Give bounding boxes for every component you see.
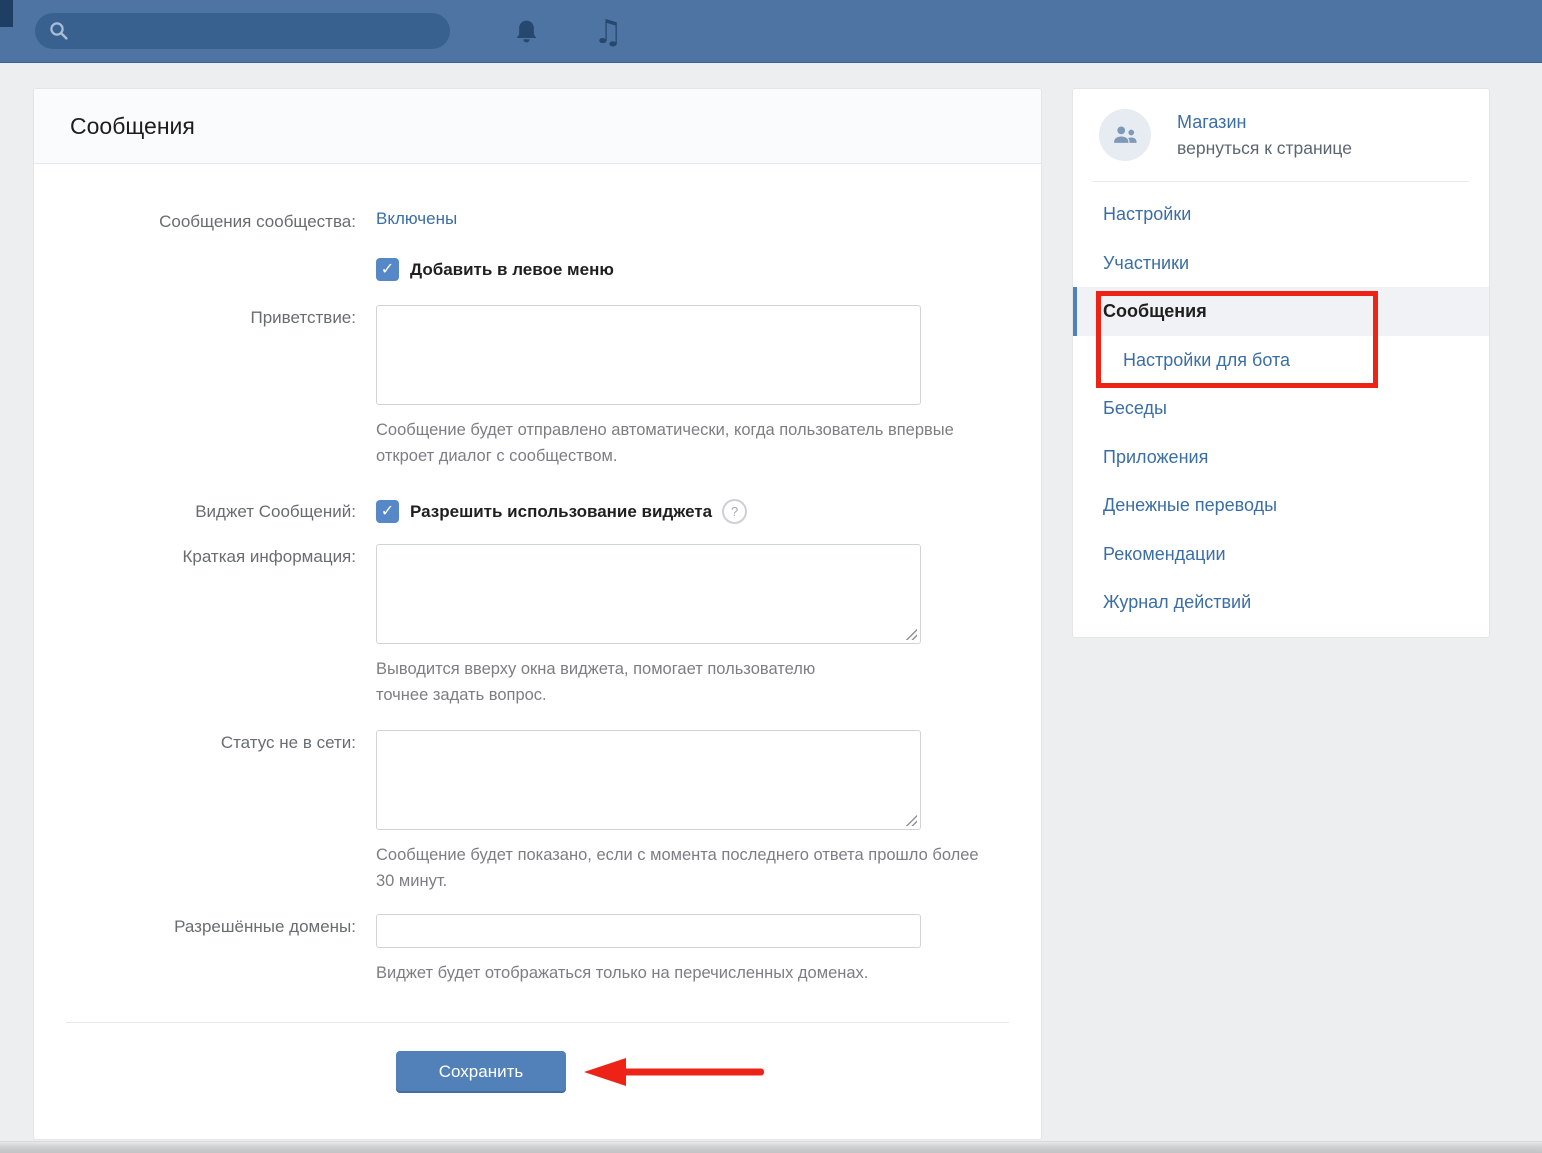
- people-icon: [1110, 120, 1140, 150]
- widget-row: Виджет Сообщений: ✓ Разрешить использова…: [34, 499, 1041, 524]
- help-question-icon[interactable]: ?: [722, 499, 747, 524]
- allowed-domains-row: Разрешённые домены: Виджет будет отображ…: [34, 914, 1041, 986]
- greeting-textarea[interactable]: [376, 305, 921, 405]
- community-messages-row: Сообщения сообщества: Включены: [34, 209, 1041, 232]
- messages-settings-form: Сообщения сообщества: Включены ✓ Добавит…: [34, 164, 1041, 1118]
- widget-label: Виджет Сообщений:: [34, 499, 376, 524]
- community-avatar[interactable]: [1099, 109, 1151, 161]
- search-field[interactable]: [35, 13, 450, 49]
- sidebar-menu: Настройки Участники Сообщения Настройки …: [1073, 182, 1489, 637]
- back-to-page-link[interactable]: вернуться к странице: [1177, 138, 1352, 159]
- sidebar-item-chats[interactable]: Беседы: [1073, 384, 1489, 433]
- offline-status-row: Статус не в сети: Сообщение будет показа…: [34, 730, 1041, 894]
- top-navigation-bar: ♫: [0, 0, 1542, 63]
- widget-checkbox[interactable]: ✓: [376, 500, 399, 523]
- page-title: Сообщения: [70, 113, 195, 140]
- sidebar-item-recommendations[interactable]: Рекомендации: [1073, 530, 1489, 579]
- community-sidebar: Магазин вернуться к странице Настройки У…: [1072, 88, 1490, 638]
- greeting-label: Приветствие:: [34, 305, 376, 469]
- sidebar-item-messages[interactable]: Сообщения: [1073, 287, 1489, 336]
- short-info-hint: Выводится вверху окна виджета, помогает …: [376, 656, 856, 708]
- sidebar-item-members[interactable]: Участники: [1073, 239, 1489, 288]
- sidebar-item-action-log[interactable]: Журнал действий: [1073, 578, 1489, 627]
- short-info-row: Краткая информация: Выводится вверху окн…: [34, 544, 1041, 708]
- search-icon: [48, 20, 70, 42]
- allowed-domains-input[interactable]: [376, 914, 921, 948]
- offline-status-hint: Сообщение будет показано, если с момента…: [376, 842, 1001, 894]
- left-menu-checkbox-label[interactable]: Добавить в левое меню: [410, 260, 614, 280]
- short-info-label: Краткая информация:: [34, 544, 376, 708]
- save-row: Сохранить: [34, 1023, 1041, 1118]
- left-menu-checkbox[interactable]: ✓: [376, 258, 399, 281]
- allowed-domains-label: Разрешённые домены:: [34, 914, 376, 986]
- community-messages-label: Сообщения сообщества:: [34, 209, 376, 232]
- community-name-link[interactable]: Магазин: [1177, 112, 1352, 133]
- greeting-hint: Сообщение будет отправлено автоматически…: [376, 417, 961, 469]
- sidebar-item-bot-settings[interactable]: Настройки для бота: [1073, 336, 1489, 385]
- checkmark-icon: ✓: [381, 504, 394, 520]
- sidebar-item-settings[interactable]: Настройки: [1073, 190, 1489, 239]
- music-note-icon[interactable]: ♫: [592, 16, 624, 48]
- annotation-arrow-icon: [584, 1054, 769, 1090]
- card-header: Сообщения: [34, 89, 1041, 164]
- search-input[interactable]: [78, 21, 442, 41]
- widget-checkbox-label[interactable]: Разрешить использование виджета: [410, 502, 712, 522]
- greeting-row: Приветствие: Сообщение будет отправлено …: [34, 305, 1041, 469]
- left-menu-row: ✓ Добавить в левое меню: [34, 258, 1041, 281]
- sidebar-item-money-transfers[interactable]: Денежные переводы: [1073, 481, 1489, 530]
- offline-status-label: Статус не в сети:: [34, 730, 376, 894]
- short-info-textarea[interactable]: [376, 544, 921, 644]
- bottom-scrollbar[interactable]: [0, 1141, 1542, 1153]
- sidebar-item-apps[interactable]: Приложения: [1073, 433, 1489, 482]
- sidebar-header: Магазин вернуться к странице: [1073, 89, 1489, 181]
- notifications-bell-icon[interactable]: [510, 16, 542, 48]
- save-button[interactable]: Сохранить: [396, 1051, 566, 1093]
- corner-mark: [0, 0, 13, 27]
- allowed-domains-hint: Виджет будет отображаться только на пере…: [376, 960, 976, 986]
- checkmark-icon: ✓: [381, 262, 394, 278]
- offline-status-textarea[interactable]: [376, 730, 921, 830]
- music-note-glyph: ♫: [593, 17, 623, 47]
- community-messages-status-link[interactable]: Включены: [376, 209, 457, 228]
- messages-settings-card: Сообщения Сообщения сообщества: Включены…: [33, 88, 1042, 1140]
